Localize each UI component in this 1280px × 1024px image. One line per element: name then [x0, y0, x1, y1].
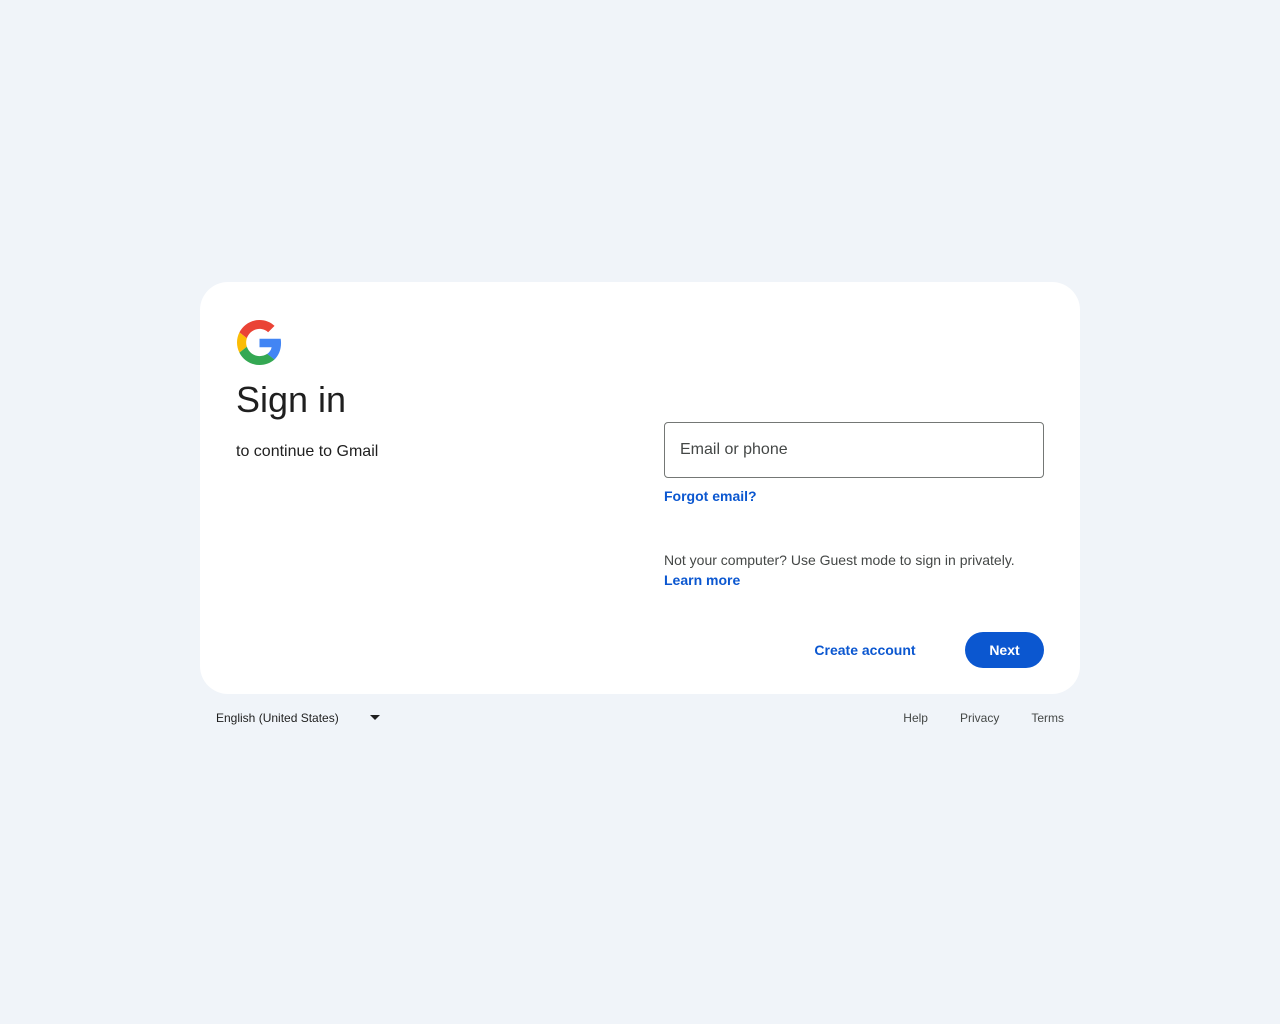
sign-in-card: Sign in to continue to Gmail Forgot emai…: [200, 282, 1080, 694]
language-selector[interactable]: English (United States): [216, 704, 386, 732]
footer-links: Help Privacy Terms: [871, 704, 1064, 732]
privacy-link[interactable]: Privacy: [960, 711, 999, 725]
email-input[interactable]: [665, 423, 1043, 477]
email-field-container[interactable]: [664, 422, 1044, 478]
guest-mode-text: Not your computer? Use Guest mode to sig…: [664, 552, 1015, 568]
create-account-button[interactable]: Create account: [798, 632, 932, 668]
learn-more-link[interactable]: Learn more: [664, 570, 740, 590]
page-subtitle: to continue to Gmail: [236, 443, 379, 460]
language-label: English (United States): [216, 711, 339, 725]
forgot-email-link[interactable]: Forgot email?: [664, 487, 757, 505]
guest-mode-notice: Not your computer? Use Guest mode to sig…: [664, 550, 1044, 590]
footer: English (United States) Help Privacy Ter…: [200, 704, 1080, 732]
caret-down-icon: [370, 715, 380, 720]
next-button[interactable]: Next: [965, 632, 1044, 668]
google-logo-icon: [237, 320, 282, 365]
help-link[interactable]: Help: [903, 711, 928, 725]
page-title: Sign in: [236, 379, 347, 420]
terms-link[interactable]: Terms: [1031, 711, 1064, 725]
